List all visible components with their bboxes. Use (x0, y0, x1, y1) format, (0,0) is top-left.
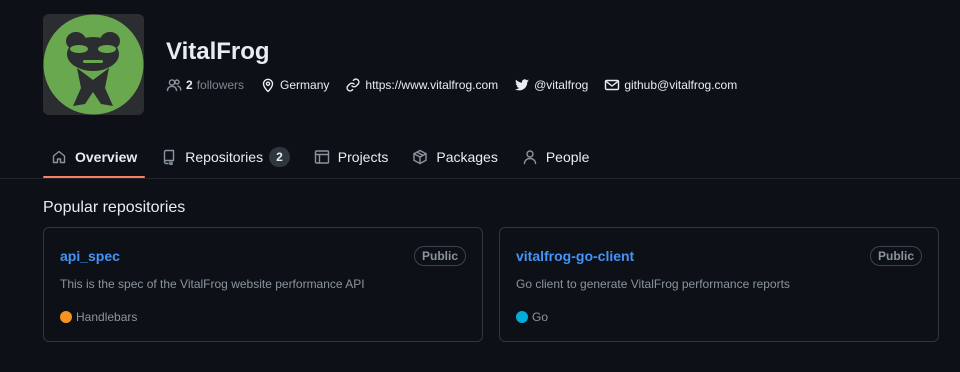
location-text: Germany (280, 78, 330, 92)
tab-people[interactable]: People (514, 136, 598, 178)
repo-link[interactable]: api_spec (60, 248, 120, 264)
mail-icon (605, 79, 620, 91)
visibility-badge: Public (869, 246, 922, 266)
language-color-dot (60, 311, 72, 323)
repo-link[interactable]: vitalfrog-go-client (516, 248, 634, 264)
location-icon (262, 78, 274, 93)
org-avatar[interactable] (43, 14, 144, 115)
tab-label: People (545, 149, 590, 165)
website-link[interactable]: https://www.vitalfrog.com (345, 77, 498, 93)
repo-description: This is the spec of the VitalFrog websit… (60, 277, 365, 291)
tabs-divider (0, 178, 960, 179)
language-name: Handlebars (76, 310, 138, 324)
home-icon (52, 150, 66, 164)
frog-logo (43, 14, 144, 115)
repositories-counter: 2 (269, 147, 290, 167)
org-nav-tabs: Overview Repositories 2 Projects Package… (43, 136, 605, 178)
tab-projects[interactable]: Projects (306, 136, 397, 178)
tab-label: Overview (75, 149, 138, 165)
website-text[interactable]: https://www.vitalfrog.com (365, 78, 498, 92)
language-color-dot (516, 311, 528, 323)
tab-overview[interactable]: Overview (43, 136, 146, 178)
tab-packages[interactable]: Packages (404, 136, 505, 178)
repo-card: vitalfrog-go-client Public Go client to … (499, 227, 939, 342)
followers-link[interactable]: 2 followers (166, 77, 244, 93)
twitter-link[interactable]: @vitalfrog (514, 77, 588, 93)
profile-meta: 2 followers Germany https://www.vitalfro… (166, 77, 737, 93)
tab-repositories[interactable]: Repositories 2 (153, 136, 298, 178)
table-icon (314, 150, 329, 164)
language-name: Go (532, 310, 549, 324)
person-icon (523, 150, 537, 165)
email-text[interactable]: github@vitalfrog.com (624, 78, 737, 92)
email-link[interactable]: github@vitalfrog.com (604, 77, 737, 93)
location: Germany (260, 77, 329, 93)
link-icon (346, 78, 360, 92)
popular-repositories-heading: Popular repositories (43, 199, 186, 216)
repo-icon (164, 149, 175, 165)
followers-count: 2 (186, 78, 193, 92)
org-name: VitalFrog (166, 38, 270, 65)
package-icon (413, 149, 428, 165)
tab-label: Packages (436, 149, 498, 165)
tab-label: Projects (337, 149, 389, 165)
twitter-handle[interactable]: @vitalfrog (534, 78, 588, 92)
people-icon (166, 79, 182, 92)
repo-language: Handlebars (60, 310, 137, 324)
followers-label: followers (196, 78, 245, 92)
repo-language: Go (516, 310, 548, 324)
repo-description: Go client to generate VitalFrog performa… (516, 277, 790, 291)
twitter-icon (515, 79, 530, 91)
tab-label: Repositories (185, 149, 264, 165)
repo-card: api_spec Public This is the spec of the … (43, 227, 483, 342)
visibility-badge: Public (413, 246, 466, 266)
